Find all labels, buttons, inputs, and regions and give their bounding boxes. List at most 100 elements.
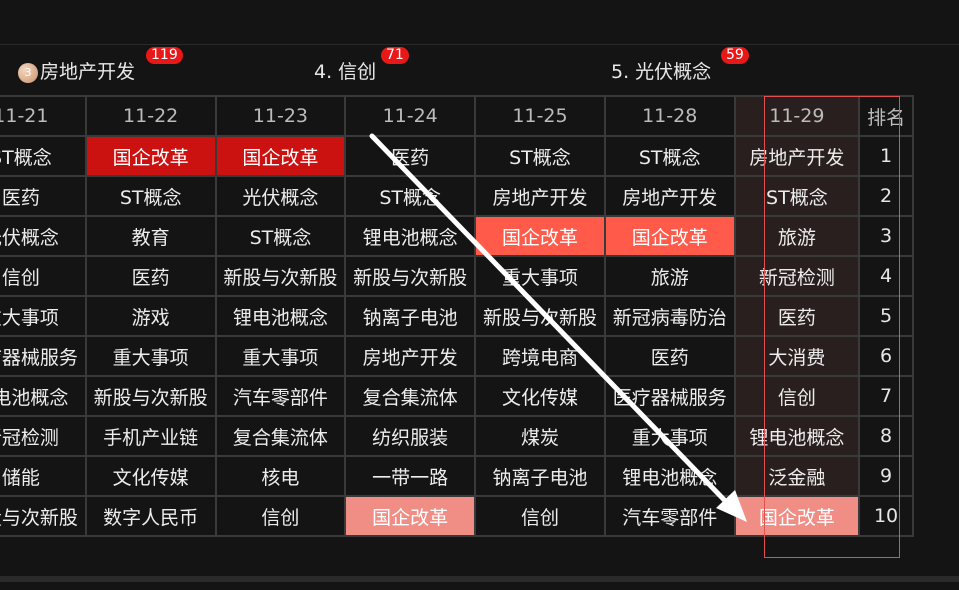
concept-cell[interactable]: 泛金融 xyxy=(733,455,861,497)
concept-cell[interactable]: 国企改革 xyxy=(214,135,347,177)
concept-cell[interactable]: ST概念 xyxy=(474,135,606,177)
concept-cell[interactable]: 纺织服装 xyxy=(344,415,477,457)
concept-cell[interactable]: 新冠病毒防治 xyxy=(603,295,736,337)
concept-cell[interactable]: 医药 xyxy=(733,295,861,337)
concept-cell[interactable]: 文化传媒 xyxy=(474,375,606,417)
concept-cell[interactable]: 新冠检测 xyxy=(0,415,87,457)
table-row: 储能 文化传媒 核电 一带一路 钠离子电池 锂电池概念 泛金融 9 xyxy=(0,455,914,497)
concept-cell[interactable]: 房地产开发 xyxy=(603,175,736,217)
concept-cell[interactable]: 信创 xyxy=(474,495,606,537)
concept-cell[interactable]: 煤炭 xyxy=(474,415,606,457)
concept-cell[interactable]: 锂电池概念 xyxy=(603,455,736,497)
table-row: 新股与次新股数字人民币信创国企改革信创汽车零部件国企改革10 xyxy=(0,495,914,537)
concept-cell[interactable]: 医疗器械服务 xyxy=(603,375,736,417)
concept-cell[interactable]: 新股与次新股 xyxy=(214,255,347,297)
concept-cell[interactable]: 复合集流体 xyxy=(214,415,347,457)
table-row: 新冠检测手机产业链复合集流体纺织服装煤炭重大事项锂电池概念8 xyxy=(0,415,914,457)
rank-cell: 10 xyxy=(858,495,914,537)
concept-cell[interactable]: 重大事项 xyxy=(474,255,606,297)
concept-cell[interactable]: 医药 xyxy=(84,255,217,297)
concept-cell[interactable]: 国企改革 xyxy=(474,215,606,257)
concept-cell[interactable]: 新股与次新股 xyxy=(84,375,217,417)
rank-cell: 1 xyxy=(858,135,914,177)
concept-cell[interactable]: 国企改革 xyxy=(344,495,477,537)
concept-cell[interactable]: 房地产开发 xyxy=(474,175,606,217)
top-concept-label: 4. 信创 xyxy=(314,61,377,83)
concept-cell[interactable]: 重大事项 xyxy=(0,295,87,337)
concept-cell[interactable]: 大消费 xyxy=(733,335,861,377)
concept-cell[interactable]: 锂电池概念 xyxy=(214,295,347,337)
concept-cell[interactable]: 国企改革 xyxy=(84,135,217,177)
rank-cell: 2 xyxy=(858,175,914,217)
date-header-cell[interactable]: 11-23 xyxy=(214,95,347,137)
concept-cell[interactable]: 复合集流体 xyxy=(344,375,477,417)
concept-cell[interactable]: 新冠检测 xyxy=(733,255,861,297)
concept-cell[interactable]: 游戏 xyxy=(84,295,217,337)
count-badge: 119 xyxy=(146,47,183,64)
concept-cell[interactable]: 重大事项 xyxy=(84,335,217,377)
concept-cell[interactable]: 汽车零部件 xyxy=(603,495,736,537)
rank-cell: 7 xyxy=(858,375,914,417)
date-header-cell[interactable]: 11-22 xyxy=(84,95,217,137)
concept-cell[interactable]: 重大事项 xyxy=(214,335,347,377)
horizontal-scrollbar[interactable] xyxy=(0,576,959,582)
rank-cell: 5 xyxy=(858,295,914,337)
concept-cell[interactable]: 国企改革 xyxy=(603,215,736,257)
concept-cell[interactable]: ST概念 xyxy=(603,135,736,177)
table-row: 锂电池概念新股与次新股汽车零部件复合集流体文化传媒医疗器械服务信创7 xyxy=(0,375,914,417)
concept-cell[interactable]: ST概念 xyxy=(84,175,217,217)
concept-cell[interactable]: 储能 xyxy=(0,455,87,497)
concept-cell[interactable]: 锂电池概念 xyxy=(344,215,477,257)
concept-cell[interactable]: ST概念 xyxy=(214,215,347,257)
concept-cell[interactable]: 医药 xyxy=(0,175,87,217)
concept-cell[interactable]: 国企改革 xyxy=(733,495,861,537)
concept-cell[interactable]: 信创 xyxy=(0,255,87,297)
top-concept-4[interactable]: 4. 信创 71 xyxy=(314,47,409,84)
concept-cell[interactable]: ST概念 xyxy=(733,175,861,217)
concept-cell[interactable]: 核电 xyxy=(214,455,347,497)
top-concept-label: 5. 光伏概念 xyxy=(611,61,712,83)
concept-cell[interactable]: 汽车零部件 xyxy=(214,375,347,417)
concept-cell[interactable]: 信创 xyxy=(733,375,861,417)
concept-cell[interactable]: 锂电池概念 xyxy=(733,415,861,457)
concept-cell[interactable]: 教育 xyxy=(84,215,217,257)
concept-cell[interactable]: 医药 xyxy=(344,135,477,177)
concept-cell[interactable]: 数字人民币 xyxy=(84,495,217,537)
concept-cell[interactable]: 医药 xyxy=(603,335,736,377)
date-header-cell[interactable]: 11-29 xyxy=(733,95,861,137)
concept-cell[interactable]: 旅游 xyxy=(733,215,861,257)
concept-cell[interactable]: 房地产开发 xyxy=(733,135,861,177)
concept-cell[interactable]: 光伏概念 xyxy=(214,175,347,217)
concept-cell[interactable]: 信创 xyxy=(214,495,347,537)
concept-cell[interactable]: 新股与次新股 xyxy=(474,295,606,337)
date-header-cell[interactable]: 11-24 xyxy=(344,95,477,137)
concept-cell[interactable]: 手机产业链 xyxy=(84,415,217,457)
top-concept-5[interactable]: 5. 光伏概念 59 xyxy=(611,47,749,84)
concept-cell[interactable]: 医疗器械服务 xyxy=(0,335,87,377)
concept-cell[interactable]: 房地产开发 xyxy=(344,335,477,377)
top-concepts-bar: 3 房地产开发 119 4. 信创 71 5. 光伏概念 59 xyxy=(0,44,959,94)
concept-cell[interactable]: 锂电池概念 xyxy=(0,375,87,417)
concept-cell[interactable]: 跨境电商 xyxy=(474,335,606,377)
date-header-cell[interactable]: 11-21 xyxy=(0,95,87,137)
concept-cell[interactable]: ST概念 xyxy=(344,175,477,217)
concept-cell[interactable]: ST概念 xyxy=(0,135,87,177)
rank-cell: 4 xyxy=(858,255,914,297)
count-badge: 71 xyxy=(381,47,409,64)
rank-cell: 6 xyxy=(858,335,914,377)
concept-cell[interactable]: 新股与次新股 xyxy=(344,255,477,297)
top-concept-3[interactable]: 3 房地产开发 119 xyxy=(18,47,183,84)
concept-cell[interactable]: 文化传媒 xyxy=(84,455,217,497)
concept-cell[interactable]: 钠离子电池 xyxy=(474,455,606,497)
concept-cell[interactable]: 新股与次新股 xyxy=(0,495,87,537)
concept-cell[interactable]: 光伏概念 xyxy=(0,215,87,257)
concept-cell[interactable]: 钠离子电池 xyxy=(344,295,477,337)
table-row: ST概念国企改革国企改革医药ST概念ST概念房地产开发1 xyxy=(0,135,914,177)
date-header-cell[interactable]: 11-25 xyxy=(474,95,606,137)
table-row: 医疗器械服务重大事项重大事项房地产开发跨境电商医药大消费6 xyxy=(0,335,914,377)
concept-cell[interactable]: 重大事项 xyxy=(603,415,736,457)
date-header-cell[interactable]: 11-28 xyxy=(603,95,736,137)
concept-cell[interactable]: 旅游 xyxy=(603,255,736,297)
table-row: 重大事项游戏锂电池概念钠离子电池新股与次新股新冠病毒防治医药5 xyxy=(0,295,914,337)
concept-cell[interactable]: 一带一路 xyxy=(344,455,477,497)
